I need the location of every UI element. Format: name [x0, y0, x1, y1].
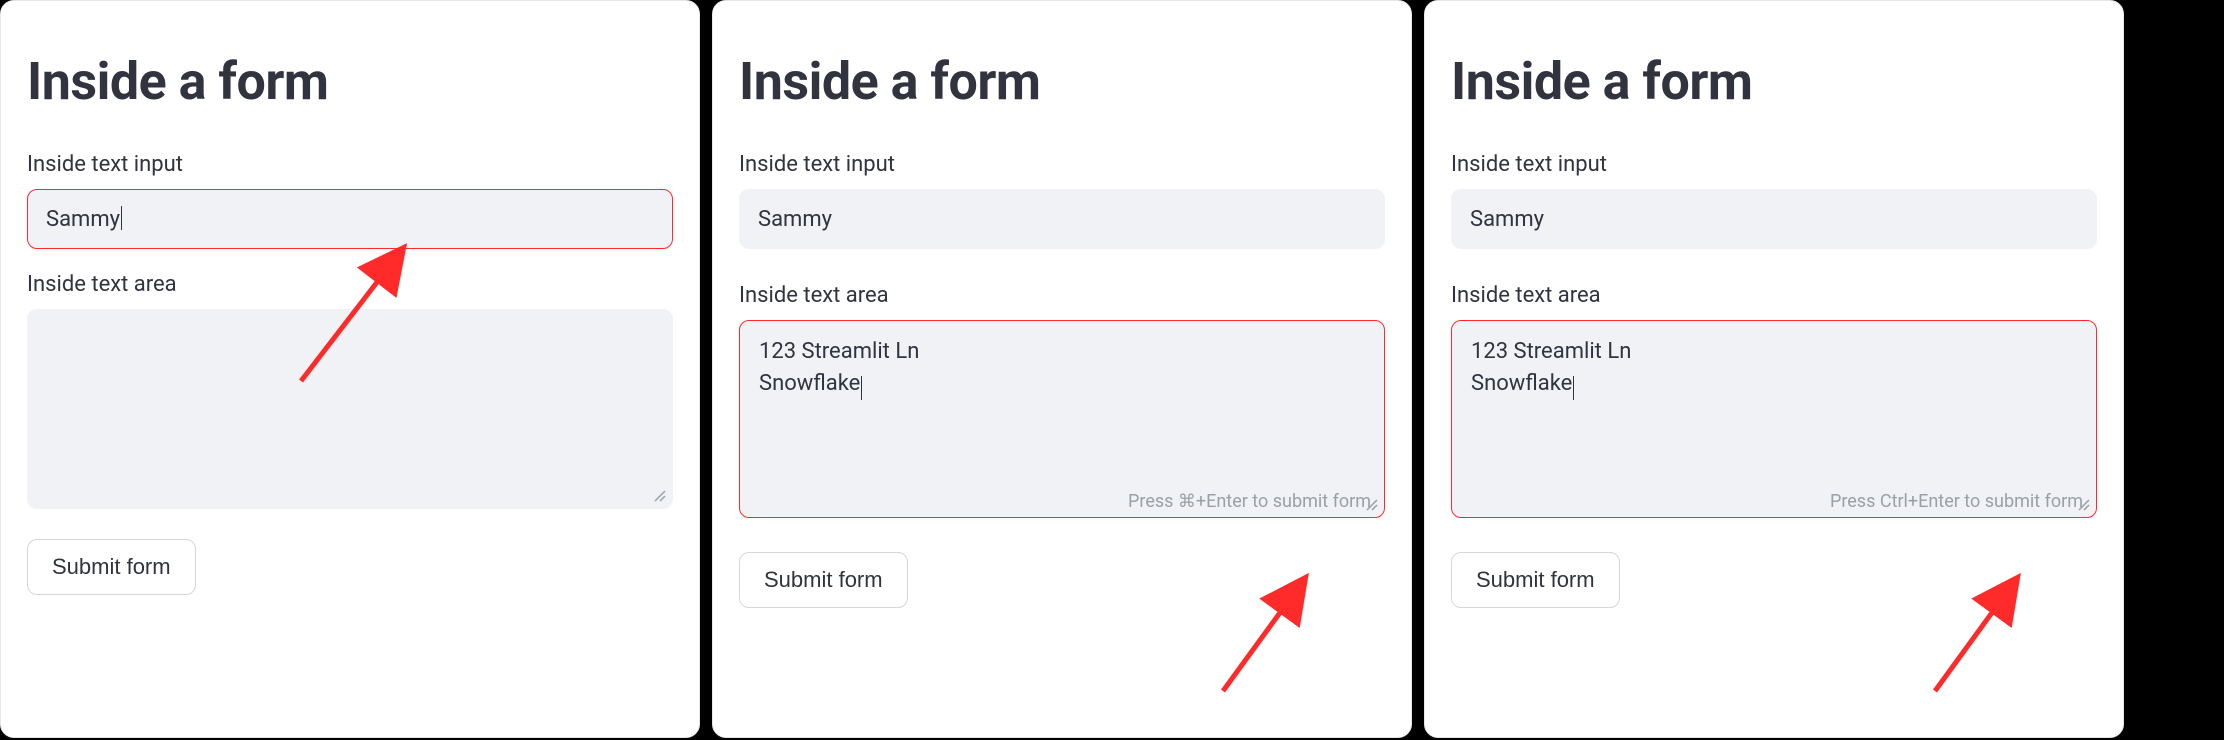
text-area[interactable] — [1451, 320, 2097, 518]
annotation-arrow-icon — [1915, 561, 2085, 731]
page-title: Inside a form — [27, 51, 673, 112]
text-input-label: Inside text input — [1451, 152, 2097, 177]
text-input[interactable]: Sammy — [27, 189, 673, 249]
text-area-label: Inside text area — [1451, 283, 2097, 308]
text-input-wrap: Sammy — [1451, 189, 2097, 249]
text-input-label: Inside text input — [27, 152, 673, 177]
text-input-value: Sammy — [758, 207, 832, 232]
submit-button[interactable]: Submit form — [27, 539, 196, 595]
text-input-value: Sammy — [1470, 207, 1544, 232]
text-area-wrap: 123 Streamlit Ln Snowflake Press ⌘+Enter… — [739, 320, 1385, 518]
page-title: Inside a form — [739, 51, 1385, 112]
submit-button[interactable]: Submit form — [739, 552, 908, 608]
form-card: Inside a form Inside text input Sammy In… — [712, 0, 1412, 738]
text-input-value: Sammy — [46, 207, 120, 232]
text-area-label: Inside text area — [739, 283, 1385, 308]
annotation-arrow-icon — [1203, 561, 1373, 731]
text-input[interactable]: Sammy — [739, 189, 1385, 249]
text-input-label: Inside text input — [739, 152, 1385, 177]
text-input-wrap: Sammy — [27, 189, 673, 249]
text-input-wrap: Sammy — [739, 189, 1385, 249]
text-area[interactable] — [27, 309, 673, 509]
form-card: Inside a form Inside text input Sammy Pr… — [0, 0, 700, 738]
text-area-wrap: 123 Streamlit Ln Snowflake Press Ctrl+En… — [1451, 320, 2097, 518]
text-input[interactable]: Sammy — [1451, 189, 2097, 249]
text-area[interactable] — [739, 320, 1385, 518]
form-card: Inside a form Inside text input Sammy In… — [1424, 0, 2124, 738]
text-area-label: Inside text area — [27, 272, 673, 297]
caret-icon — [121, 206, 122, 230]
page-title: Inside a form — [1451, 51, 2097, 112]
text-area-wrap — [27, 309, 673, 509]
submit-button[interactable]: Submit form — [1451, 552, 1620, 608]
